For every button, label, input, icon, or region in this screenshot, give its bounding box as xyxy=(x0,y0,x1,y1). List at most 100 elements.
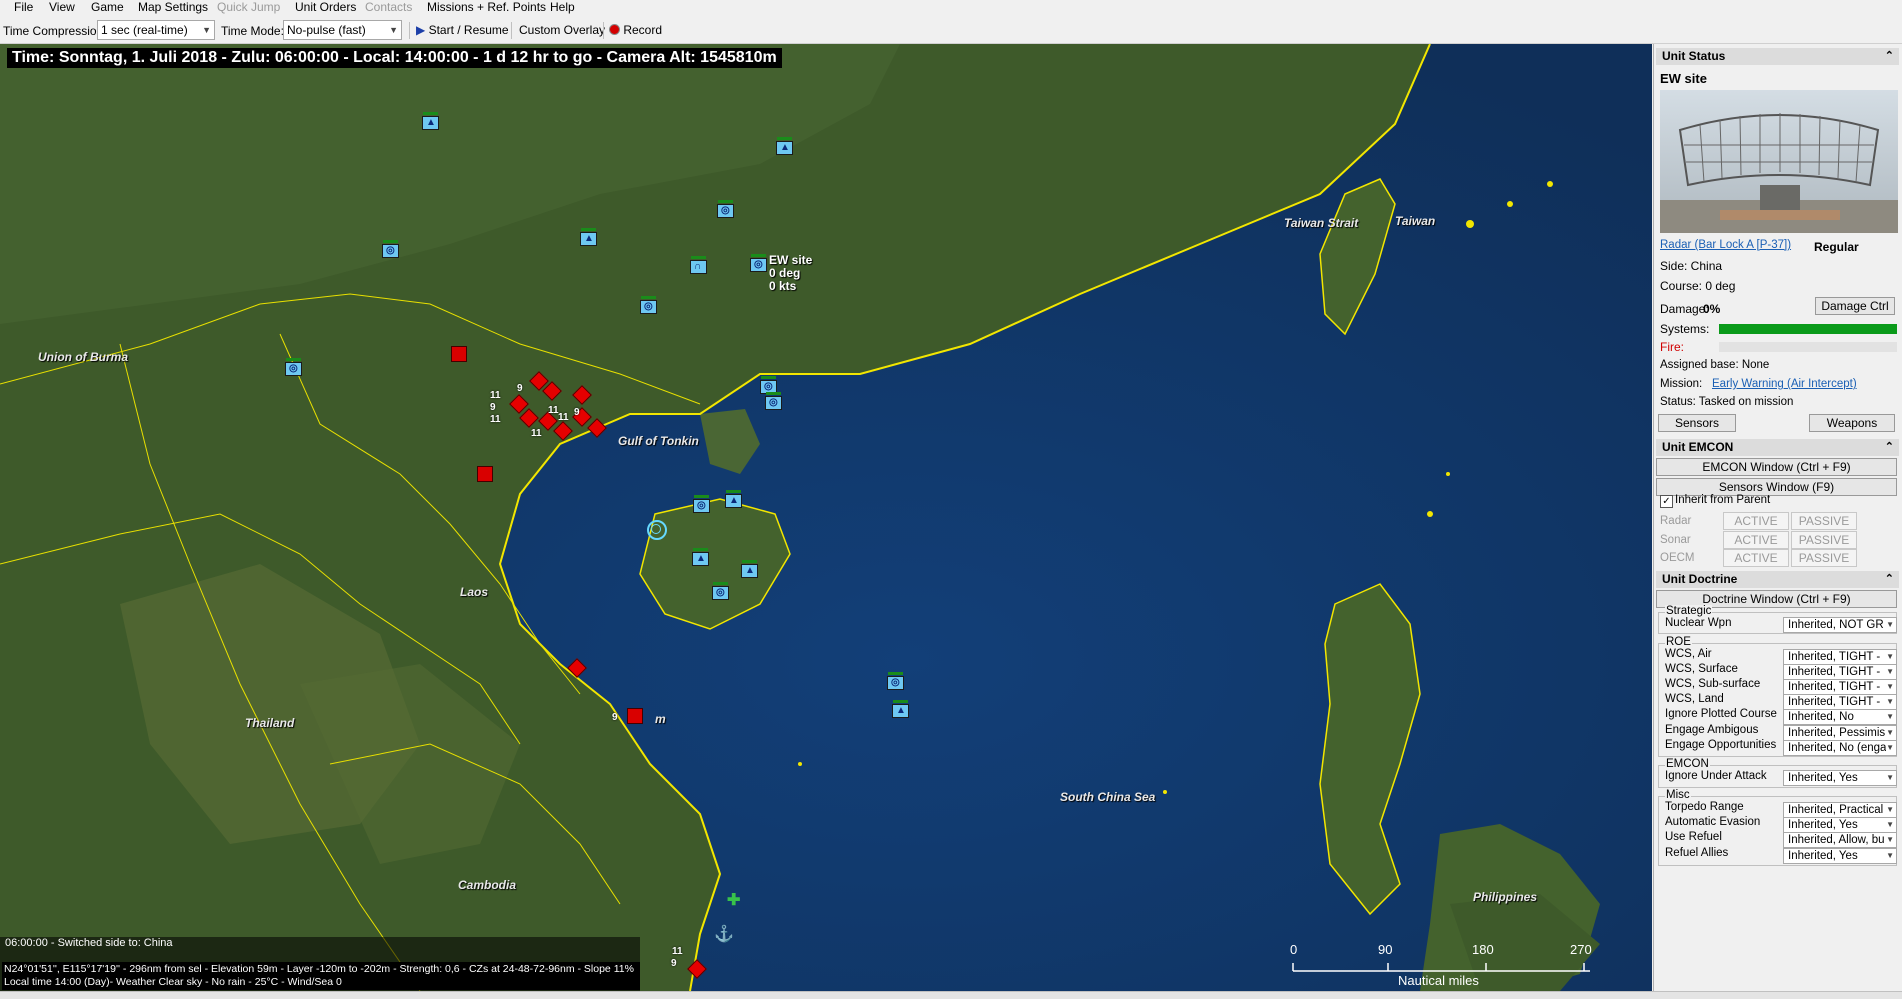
unit-type-link[interactable]: Radar (Bar Lock A [P-37]) xyxy=(1660,239,1791,251)
group-title: Misc xyxy=(1665,789,1691,801)
time-mode-select[interactable]: No-pulse (fast) ▼ xyxy=(283,20,402,40)
torpedo-range-select[interactable]: Inherited, Practical ▼ xyxy=(1783,802,1897,818)
unit-emcon-header[interactable]: Unit EMCON ⌃ xyxy=(1656,439,1899,456)
emcon-window-button[interactable]: EMCON Window (Ctrl + F9) xyxy=(1656,458,1897,476)
play-icon: ▶ xyxy=(416,23,426,37)
menu-view[interactable]: View xyxy=(49,0,75,15)
friendly-unit[interactable]: ▲ xyxy=(580,228,597,246)
emcon-sonar-label: Sonar xyxy=(1660,534,1691,546)
unit-status-title: Unit Status xyxy=(1662,49,1726,63)
automatic-evasion-select[interactable]: Inherited, Yes ▼ xyxy=(1783,817,1897,833)
friendly-unit[interactable]: ∩ xyxy=(690,256,707,274)
menu-help[interactable]: Help xyxy=(550,0,575,15)
menu-game[interactable]: Game xyxy=(91,0,124,15)
hostile-unit[interactable] xyxy=(451,346,467,362)
hostile-unit[interactable] xyxy=(627,708,643,724)
unit-status-header[interactable]: Unit Status ⌃ xyxy=(1656,48,1899,65)
friendly-unit[interactable]: ▲ xyxy=(892,700,909,718)
anchor-icon[interactable]: ⚓ xyxy=(714,924,734,944)
select-value: Inherited, Pessimis xyxy=(1788,727,1886,739)
ignore-plotted-course-select[interactable]: Inherited, No ▼ xyxy=(1783,709,1897,725)
radar-image-icon xyxy=(1660,113,1898,233)
record-button[interactable]: Record xyxy=(606,20,665,40)
nuclear-wpn-select[interactable]: Inherited, NOT GR ▼ xyxy=(1783,617,1897,633)
chevron-down-icon: ▼ xyxy=(1886,665,1894,679)
label-taiwan-strait: Taiwan Strait xyxy=(1284,216,1359,230)
collapse-icon[interactable]: ⌃ xyxy=(1885,48,1894,65)
chevron-down-icon: ▼ xyxy=(1886,695,1894,709)
friendly-unit[interactable]: ◎ xyxy=(693,495,710,513)
unit-doctrine-title: Unit Doctrine xyxy=(1662,572,1738,586)
friendly-unit[interactable]: ◎ xyxy=(717,200,734,218)
hostile-count: 11 xyxy=(531,428,542,439)
hostile-count: 9 xyxy=(517,383,523,394)
time-compression-select[interactable]: 1 sec (real-time) ▼ xyxy=(97,20,215,40)
friendly-unit[interactable]: ▲ xyxy=(692,548,709,566)
plus-marker-icon[interactable]: ✚ xyxy=(727,890,740,910)
friendly-unit[interactable]: ◎ xyxy=(887,672,904,690)
radar-passive-button: PASSIVE xyxy=(1791,512,1857,530)
custom-overlay-button[interactable]: Custom Overlay xyxy=(516,20,608,40)
scale-tick: 90 xyxy=(1378,942,1393,957)
friendly-unit[interactable]: ▲ xyxy=(741,560,758,578)
friendly-unit[interactable]: ▲ xyxy=(725,490,742,508)
hostile-count: 9 xyxy=(574,407,580,418)
scale-tick: 270 xyxy=(1570,942,1592,957)
chevron-down-icon: ▼ xyxy=(1886,803,1894,817)
chevron-down-icon: ▼ xyxy=(1886,618,1894,632)
time-mode-value: No-pulse (fast) xyxy=(287,23,366,37)
collapse-icon[interactable]: ⌃ xyxy=(1885,439,1894,456)
start-resume-button[interactable]: ▶ Start / Resume xyxy=(413,20,512,40)
unit-mission-status: Status: Tasked on mission xyxy=(1660,396,1794,408)
doctrine-label: Engage Opportunities xyxy=(1665,739,1777,751)
hostile-count: 11 xyxy=(558,412,569,423)
toolbar-separator xyxy=(603,22,604,39)
wcs-land-select[interactable]: Inherited, TIGHT - ▼ xyxy=(1783,694,1897,710)
weapons-button[interactable]: Weapons xyxy=(1809,414,1895,432)
menu-missions[interactable]: Missions + Ref. Points xyxy=(427,0,546,15)
friendly-unit[interactable]: ◎ xyxy=(382,240,399,258)
friendly-unit[interactable]: ◎ xyxy=(640,296,657,314)
menu-unit-orders[interactable]: Unit Orders xyxy=(295,0,356,15)
engage-ambiguous-select[interactable]: Inherited, Pessimis ▼ xyxy=(1783,725,1897,741)
select-value: Inherited, Yes xyxy=(1788,772,1858,784)
friendly-unit[interactable]: ◎ xyxy=(285,358,302,376)
select-value: Inherited, No (enga xyxy=(1788,742,1887,754)
tactical-map[interactable]: Time: Sonntag, 1. Juli 2018 - Zulu: 06:0… xyxy=(0,44,1652,991)
collapse-icon[interactable]: ⌃ xyxy=(1885,571,1894,588)
mission-link[interactable]: Early Warning (Air Intercept) xyxy=(1712,378,1857,390)
friendly-unit[interactable]: ▲ xyxy=(422,112,439,130)
scale-tick: 0 xyxy=(1290,942,1298,957)
refuel-allies-select[interactable]: Inherited, Yes ▼ xyxy=(1783,848,1897,864)
inherit-checkbox[interactable]: ✓ xyxy=(1660,495,1673,508)
friendly-unit[interactable]: ◎ xyxy=(712,582,729,600)
ignore-under-attack-select[interactable]: Inherited, Yes ▼ xyxy=(1783,770,1897,786)
chevron-down-icon: ▼ xyxy=(1886,741,1894,755)
select-value: Inherited, Allow, bu xyxy=(1788,834,1885,846)
select-value: Inherited, TIGHT - xyxy=(1788,696,1881,708)
friendly-unit[interactable]: ▲ xyxy=(776,137,793,155)
doctrine-group-strategic: Strategic Nuclear Wpn Inherited, NOT GR ▼ xyxy=(1658,605,1897,634)
damage-ctrl-button[interactable]: Damage Ctrl xyxy=(1815,297,1895,315)
menu-contacts: Contacts xyxy=(365,0,413,14)
hostile-count: 9 xyxy=(490,402,496,413)
wcs-subsurface-select[interactable]: Inherited, TIGHT - ▼ xyxy=(1783,679,1897,695)
selected-unit-label: EW site 0 deg 0 kts xyxy=(769,254,812,293)
menu-map-settings[interactable]: Map Settings xyxy=(138,0,208,15)
time-compression-label: Time Compression: xyxy=(3,24,107,38)
friendly-unit[interactable]: ◎ xyxy=(765,392,782,410)
wcs-surface-select[interactable]: Inherited, TIGHT - ▼ xyxy=(1783,664,1897,680)
map-terrain xyxy=(0,44,1652,991)
systems-bar xyxy=(1719,324,1897,334)
wcs-air-select[interactable]: Inherited, TIGHT - ▼ xyxy=(1783,649,1897,665)
hostile-unit[interactable] xyxy=(477,466,493,482)
unit-doctrine-header[interactable]: Unit Doctrine ⌃ xyxy=(1656,571,1899,588)
sensors-button[interactable]: Sensors xyxy=(1658,414,1736,432)
use-refuel-select[interactable]: Inherited, Allow, bu ▼ xyxy=(1783,832,1897,848)
menu-file[interactable]: File xyxy=(14,0,33,15)
engage-opportunities-select[interactable]: Inherited, No (enga ▼ xyxy=(1783,740,1897,756)
inherit-label: Inherit from Parent xyxy=(1675,494,1771,506)
friendly-unit-ew-site[interactable]: ◎ xyxy=(750,254,767,272)
doctrine-label: Ignore Under Attack xyxy=(1665,770,1767,782)
hostile-count: 11 xyxy=(490,390,501,401)
